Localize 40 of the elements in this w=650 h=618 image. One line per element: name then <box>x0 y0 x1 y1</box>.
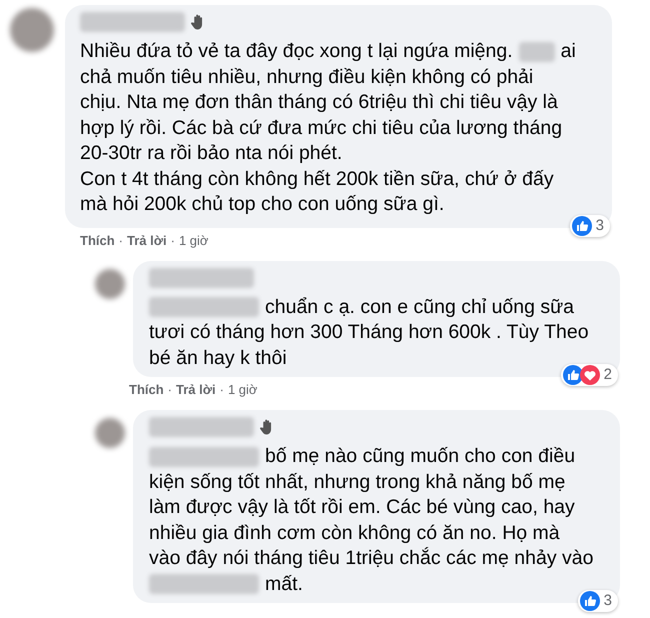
avatar <box>95 418 125 448</box>
reply-link[interactable]: Trả lời <box>176 382 216 398</box>
comment-text: làm được vậy là tốt rồi em. Các bé vùng cao, hay <box>149 495 575 520</box>
thumbs-up-icon <box>580 591 600 611</box>
separator-dot: · <box>168 382 172 398</box>
reply-link[interactable]: Trả lời <box>127 232 167 248</box>
comment-text: kiện sống tốt nhất, nhưng trong khả năng bố mẹ <box>149 470 566 494</box>
reaction-badge[interactable]: 2 <box>560 364 618 386</box>
reaction-count: 2 <box>604 366 612 384</box>
comment-text: ai <box>560 39 576 64</box>
comment-text: vào đây nói tháng tiêu 1triệu chắc các mẹ nhảy vào <box>149 546 594 571</box>
comment-text: Con t 4t tháng còn không hết 200k tiền sữa, chứ ở đấy <box>80 166 554 192</box>
comment-time[interactable]: 1 giờ <box>228 382 258 398</box>
comment-text: chuẩn c ạ. con e cũng chỉ uống sữa <box>265 294 574 320</box>
reaction-count: 3 <box>596 216 604 234</box>
comment-text: mà hỏi 200k chủ top cho con uống sữa gì. <box>80 192 444 217</box>
blurred-text <box>518 42 555 62</box>
comment-text: 20-30tr ra rồi bảo nta nói phét. <box>80 141 342 166</box>
like-link[interactable]: Thích <box>80 232 115 248</box>
reaction-badge[interactable]: 3 <box>578 590 618 612</box>
thumbs-up-icon <box>562 365 583 385</box>
comment-text: bé ăn hay k thôi <box>149 346 287 370</box>
comment-text: mất. <box>265 572 303 596</box>
separator-dot: · <box>170 232 175 248</box>
reaction-badge[interactable]: 3 <box>570 214 610 236</box>
comment-text: bố mẹ nào cũng muốn cho con điều <box>265 444 576 469</box>
comment-time[interactable]: 1 giờ <box>178 232 208 248</box>
comment-text: chả muốn tiêu nhiều, nhưng điều kiện không có phải <box>80 64 534 90</box>
avatar <box>10 8 54 52</box>
like-link[interactable]: Thích <box>129 382 164 398</box>
comment-text: nhiều gia đình cơm còn không có ăn no. Họ mà <box>149 520 560 546</box>
reaction-count: 3 <box>604 592 612 610</box>
comment-text: hợp lý rồi. Các bà cứ đưa mức chi tiêu của lương tháng <box>80 116 562 140</box>
separator-dot: · <box>118 232 124 248</box>
thumbs-up-icon <box>572 216 592 236</box>
comment-text: Nhiều đứa tỏ vẻ ta đây đọc xong t lại ngứa miệng. <box>80 39 513 64</box>
avatar <box>95 268 125 298</box>
comment-text: chịu. Nta mẹ đơn thân tháng có 6triệu thì chi tiêu vậy là <box>80 90 558 115</box>
comment-text: tươi có tháng hơn 300 Tháng hơn 600k . Tùy Theo <box>149 320 589 345</box>
separator-dot: · <box>220 382 224 398</box>
